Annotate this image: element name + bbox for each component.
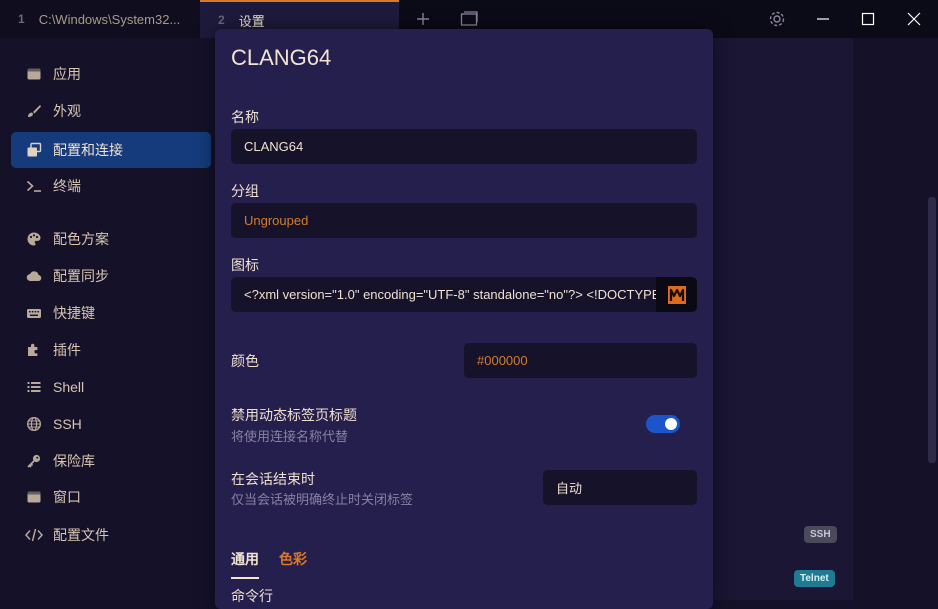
window-icon xyxy=(25,488,43,506)
sidebar-item-ssh[interactable]: SSH xyxy=(11,406,211,442)
msys-logo-icon xyxy=(656,277,697,312)
sidebar-item-window[interactable]: 窗口 xyxy=(11,479,211,515)
sidebar-item-app[interactable]: 应用 xyxy=(11,56,211,92)
sidebar-item-label: 快捷键 xyxy=(53,305,95,321)
session-end-select[interactable]: 自动 xyxy=(543,470,697,505)
group-label: 分组 xyxy=(231,183,259,199)
key-icon xyxy=(25,452,43,470)
dynamic-title-label: 禁用动态标签页标题 xyxy=(231,407,357,423)
gear-icon[interactable] xyxy=(766,8,788,30)
maximize-icon[interactable] xyxy=(857,8,879,30)
tab-general[interactable]: 通用 xyxy=(231,549,259,579)
modal-tabs: 通用 色彩 xyxy=(231,549,307,579)
sidebar-item-label: 外观 xyxy=(53,103,81,119)
terminal-icon xyxy=(25,177,43,195)
scrollbar-thumb[interactable] xyxy=(928,197,936,463)
tab-title: C:\Windows\System32... xyxy=(38,11,181,27)
profile-edit-modal: CLANG64 名称 CLANG64 分组 Ungrouped 图标 <?xml… xyxy=(215,29,713,609)
command-line-label: 命令行 xyxy=(231,588,273,604)
dynamic-title-toggle[interactable] xyxy=(646,415,680,433)
keyboard-icon xyxy=(25,304,43,322)
icon-label: 图标 xyxy=(231,257,259,273)
close-icon[interactable] xyxy=(903,8,925,30)
minimize-icon[interactable] xyxy=(812,8,834,30)
globe-icon xyxy=(25,415,43,433)
sidebar-item-sync[interactable]: 配置同步 xyxy=(11,258,211,294)
sidebar-item-label: Shell xyxy=(53,379,85,395)
list-icon xyxy=(25,378,43,396)
sidebar-item-label: 配置文件 xyxy=(53,527,109,543)
tab-number: 1 xyxy=(18,12,25,26)
profiles-list-panel xyxy=(713,38,853,600)
sidebar-item-label: 插件 xyxy=(53,342,81,358)
group-field[interactable]: Ungrouped xyxy=(231,203,697,238)
sidebar-item-hotkeys[interactable]: 快捷键 xyxy=(11,295,211,331)
telnet-badge: Telnet xyxy=(794,570,835,587)
sidebar-item-label: 配置和连接 xyxy=(53,142,123,158)
sidebar-item-vault[interactable]: 保险库 xyxy=(11,443,211,479)
sidebar-item-terminal[interactable]: 终端 xyxy=(11,168,211,204)
dynamic-title-description: 将使用连接名称代替 xyxy=(231,429,349,444)
brush-icon xyxy=(25,102,43,120)
palette-icon xyxy=(25,230,43,248)
ssh-badge: SSH xyxy=(804,526,837,543)
sidebar-item-label: 保险库 xyxy=(53,453,95,469)
name-label: 名称 xyxy=(231,109,259,125)
session-end-description: 仅当会话被明确终止时关闭标签 xyxy=(231,492,414,507)
toggle-knob xyxy=(665,418,677,430)
sidebar-item-label: 窗口 xyxy=(53,489,81,505)
window-icon[interactable] xyxy=(458,8,480,30)
sidebar-item-label: 终端 xyxy=(53,178,81,194)
session-end-label: 在会话结束时 xyxy=(231,471,315,487)
app-icon xyxy=(25,65,43,83)
modal-title: CLANG64 xyxy=(231,45,332,70)
sidebar-item-label: SSH xyxy=(53,416,82,432)
tab-terminal[interactable]: 1 C:\Windows\System32... xyxy=(0,0,200,38)
tab-colors[interactable]: 色彩 xyxy=(279,549,307,579)
sidebar-item-profiles[interactable]: 配置和连接 xyxy=(11,132,211,168)
sidebar-item-label: 配色方案 xyxy=(53,231,109,247)
code-icon xyxy=(25,526,43,544)
icon-field[interactable]: <?xml version="1.0" encoding="UTF-8" sta… xyxy=(231,277,656,312)
tab-number: 2 xyxy=(218,13,225,27)
sidebar-item-shell[interactable]: Shell xyxy=(11,369,211,405)
sidebar-item-appearance[interactable]: 外观 xyxy=(11,93,211,129)
settings-sidebar: 应用 外观 配置和连接 终端 配色方案 配置同步 快捷键 插件 Shell SS… xyxy=(0,38,215,600)
sidebar-item-config-file[interactable]: 配置文件 xyxy=(11,517,211,553)
color-field[interactable]: #000000 xyxy=(464,343,697,378)
cloud-icon xyxy=(25,267,43,285)
sidebar-item-plugins[interactable]: 插件 xyxy=(11,332,211,368)
color-label: 颜色 xyxy=(231,353,259,369)
plus-icon[interactable] xyxy=(412,8,434,30)
sidebar-item-color-scheme[interactable]: 配色方案 xyxy=(11,221,211,257)
tab-title: 设置 xyxy=(238,13,265,29)
sidebar-item-label: 配置同步 xyxy=(53,268,109,284)
profiles-icon xyxy=(25,141,43,159)
sidebar-item-label: 应用 xyxy=(53,66,81,82)
name-field[interactable]: CLANG64 xyxy=(231,129,697,164)
puzzle-icon xyxy=(25,341,43,359)
